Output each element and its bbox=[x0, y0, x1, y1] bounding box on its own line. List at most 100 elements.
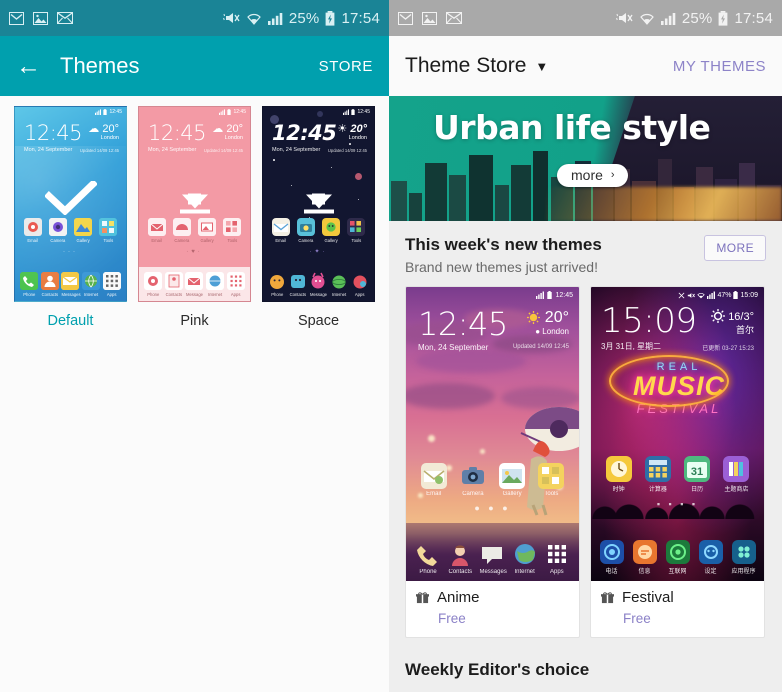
preview-weather: ☁ 20° London bbox=[88, 122, 119, 141]
preview-dock-icons: Phone Contacts Message Internet Apps bbox=[139, 272, 250, 297]
wifi-icon bbox=[697, 292, 706, 298]
status-clock: 17:54 bbox=[734, 9, 773, 27]
dock-icon-message: Message bbox=[309, 272, 327, 297]
banner-more-button[interactable]: more › bbox=[557, 164, 628, 187]
app-icon-tools: Tools bbox=[223, 218, 242, 243]
back-arrow-icon[interactable]: ← bbox=[16, 53, 46, 79]
preview-status-bar: 12:45 bbox=[536, 291, 573, 299]
battery-icon bbox=[351, 109, 356, 115]
preview-temperature: 20° bbox=[544, 309, 569, 326]
app-icon-camera: Camera bbox=[460, 463, 486, 497]
preview-temperature: 20° bbox=[102, 123, 119, 135]
theme-card-preview-anime[interactable]: 12:45 12:45 Mon, 24 September 20° ● Lond… bbox=[406, 287, 579, 581]
theme-card-meta-festival: Festival Free bbox=[591, 581, 764, 637]
theme-card-name: Anime bbox=[437, 589, 480, 606]
theme-card-anime[interactable]: 12:45 12:45 Mon, 24 September 20° ● Lond… bbox=[405, 286, 580, 638]
themes-screen: 25% 17:54 ← Themes STORE 12:45 12:45 Mon… bbox=[0, 0, 389, 692]
battery-percent-label: 25% bbox=[288, 9, 320, 27]
status-system-icons: 25% 17:54 bbox=[615, 9, 773, 27]
gmail-icon bbox=[9, 11, 24, 25]
theme-preview-pink[interactable]: 12:45 12:45 Mon, 24 September ☁ 20° Lond… bbox=[138, 106, 251, 302]
chevron-down-icon[interactable]: ▼ bbox=[535, 59, 548, 74]
preview-temperature: 20° bbox=[226, 123, 243, 135]
dock-icon-phone: Phone bbox=[415, 541, 441, 575]
gift-icon bbox=[416, 592, 429, 604]
preview-updated: Updated 14/09 12:45 bbox=[512, 344, 569, 350]
dock-icon-internet: Internet bbox=[82, 272, 101, 297]
app-icon-tools: Tools bbox=[538, 463, 565, 497]
section-more-button[interactable]: MORE bbox=[704, 235, 766, 261]
app-icon-clock: 时钟 bbox=[605, 456, 632, 493]
preview-status-bar: 12:45 bbox=[219, 109, 246, 115]
theme-preview-default[interactable]: 12:45 12:45 Mon, 24 September ☁ 20° Lond… bbox=[14, 106, 127, 302]
weekly-editors-choice-title: Weekly Editor's choice bbox=[405, 660, 590, 679]
banner-road-lights bbox=[546, 187, 782, 221]
preview-date: Mon, 24 September bbox=[418, 343, 489, 352]
theme-label-pink: Pink bbox=[180, 313, 209, 329]
dock-icon-apps: Apps bbox=[544, 541, 570, 575]
preview-clock: 12:45 bbox=[272, 121, 337, 145]
battery-icon bbox=[227, 109, 232, 115]
preview-weather: ☁ 20° London bbox=[212, 122, 243, 141]
preview-city: London bbox=[542, 327, 569, 336]
page-title: Themes bbox=[60, 53, 140, 78]
section-title: This week's new themes bbox=[405, 235, 602, 254]
dock-icon-contacts: Contacts bbox=[447, 541, 473, 575]
battery-charging-icon bbox=[719, 10, 728, 26]
app-icon-gallery: Gallery bbox=[499, 463, 526, 497]
preview-weather-icon: ☁ bbox=[88, 123, 100, 135]
theme-item-space[interactable]: 12:45 12:45 Mon, 24 September ☀ 20° Lond… bbox=[262, 106, 375, 329]
dock-icon-phone: Phone bbox=[268, 272, 286, 297]
preview-app-icons: Email Camera Gallery Tools bbox=[263, 218, 374, 243]
banner-more-label: more bbox=[571, 167, 603, 183]
store-title[interactable]: Theme Store bbox=[405, 54, 526, 78]
svg-text:31: 31 bbox=[691, 466, 703, 478]
signal-icon bbox=[343, 109, 350, 115]
preview-weather: 16/3° 首尔 bbox=[711, 309, 754, 336]
status-system-icons: 25% 17:54 bbox=[222, 9, 380, 27]
theme-item-default[interactable]: 12:45 12:45 Mon, 24 September ☁ 20° Lond… bbox=[14, 106, 127, 329]
battery-percent-label: 25% bbox=[681, 9, 713, 27]
preview-date: Mon, 24 September bbox=[24, 147, 73, 153]
signal-icon bbox=[219, 109, 226, 115]
preview-weather: 20° ● London bbox=[527, 309, 569, 336]
theme-preview-space[interactable]: 12:45 12:45 Mon, 24 September ☀ 20° Lond… bbox=[262, 106, 375, 302]
app-icon-gallery: Gallery bbox=[198, 218, 217, 243]
dock-icon-messages: 信息 bbox=[632, 540, 657, 575]
preview-clock: 12:45 bbox=[148, 121, 207, 145]
theme-card-festival[interactable]: 47% 15:09 15:09 3月 31日, 星期二 16/3° 首尔 已更新… bbox=[590, 286, 765, 638]
preview-updated: 已更新 03-27 15:23 bbox=[702, 346, 754, 352]
preview-page-dots: ● ● ● bbox=[474, 503, 511, 513]
neon-ring bbox=[609, 355, 729, 407]
battery-icon bbox=[103, 109, 108, 115]
dock-icon-contacts: Contacts bbox=[289, 272, 307, 297]
envelope-icon bbox=[57, 12, 73, 24]
app-icon-email: Email bbox=[147, 218, 166, 243]
download-icon[interactable] bbox=[175, 193, 215, 214]
app-icon-gallery: Gallery bbox=[74, 218, 93, 243]
theme-item-pink[interactable]: 12:45 12:45 Mon, 24 September ☁ 20° Lond… bbox=[138, 106, 251, 329]
preview-clock: 12:45 bbox=[24, 121, 83, 145]
theme-label-space: Space bbox=[297, 313, 340, 329]
preview-weather: ☀ 20° London bbox=[337, 122, 367, 141]
mute-vibrate-icon bbox=[615, 13, 633, 23]
preview-updated: Updated 14/09 12:45 bbox=[79, 148, 119, 153]
gmail-icon bbox=[398, 11, 413, 25]
sun-icon bbox=[711, 309, 726, 323]
theme-card-preview-festival[interactable]: 47% 15:09 15:09 3月 31日, 星期二 16/3° 首尔 已更新… bbox=[591, 287, 764, 581]
screenshot-icon bbox=[33, 11, 48, 25]
section-subtitle: Brand new themes just arrived! bbox=[405, 259, 598, 275]
download-icon[interactable] bbox=[299, 193, 339, 214]
promo-banner[interactable]: Urban life style more › bbox=[389, 96, 782, 221]
my-themes-button[interactable]: MY THEMES bbox=[673, 58, 766, 75]
preview-date: Mon, 24 September bbox=[272, 147, 321, 153]
dock-icon-contacts: Contacts bbox=[40, 272, 59, 297]
status-clock: 17:54 bbox=[341, 9, 380, 27]
app-icon-calendar: 31 日历 bbox=[684, 456, 711, 493]
app-icon-camera: Camera bbox=[296, 218, 315, 243]
checkmark-icon bbox=[44, 181, 97, 216]
anime-character bbox=[520, 407, 579, 516]
store-button[interactable]: STORE bbox=[319, 58, 373, 75]
preview-temperature: 20° bbox=[350, 123, 367, 135]
chevron-right-icon: › bbox=[610, 169, 615, 181]
